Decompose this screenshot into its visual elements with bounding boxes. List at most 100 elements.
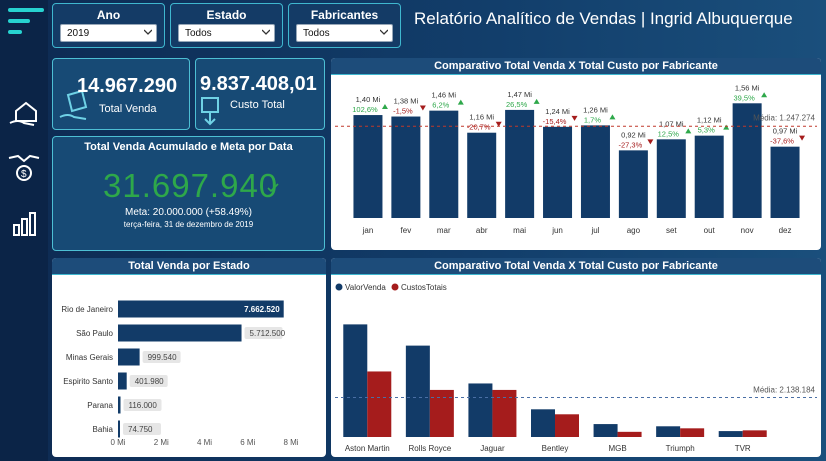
fab-xtick: Aston Martin	[345, 444, 390, 453]
filter-ano: Ano 2019	[52, 3, 165, 48]
estado-bar	[118, 396, 121, 414]
monthly-bar	[770, 146, 800, 218]
estado-bar	[118, 420, 120, 438]
monthly-bar	[580, 125, 610, 218]
monthly-variation-label: 6,2%	[432, 101, 449, 110]
monthly-xtick: fev	[401, 226, 412, 235]
kpi-total-venda-label: Total Venda	[99, 103, 157, 115]
estado-bar	[118, 348, 140, 366]
estado-value-label: 7.662.520	[244, 305, 280, 314]
monthly-bar	[467, 132, 497, 218]
estado-value-label: 5.712.500	[250, 329, 286, 338]
monthly-xtick: abr	[476, 226, 488, 235]
estado-xtick: 0 Mi	[110, 438, 125, 447]
monthly-bar	[618, 150, 648, 218]
checkmark-icon	[267, 183, 279, 193]
monthly-variation-label: -27,3%	[618, 140, 642, 149]
monthly-xtick: dez	[779, 226, 792, 235]
monthly-xtick: out	[704, 226, 716, 235]
triangle-down-icon	[571, 115, 578, 121]
filter-ano-select[interactable]: 2019	[60, 24, 157, 42]
kpi-total-venda: 14.967.290 Total Venda	[52, 58, 190, 130]
cost-down-icon	[201, 97, 219, 126]
monthly-xtick: jun	[551, 226, 563, 235]
monthly-variation-label: -1,5%	[393, 107, 413, 116]
monthly-variation-label: 12,5%	[658, 129, 680, 138]
estado-category-label: Bahia	[93, 425, 114, 434]
acumulado-meta: Meta: 20.000.000 (+58.49%)	[124, 207, 253, 218]
chevron-down-icon	[144, 29, 152, 35]
fab-bar-venda	[405, 345, 430, 437]
filter-estado-value: Todos	[185, 28, 212, 39]
monthly-xtick: jul	[590, 226, 599, 235]
monthly-variation-label: 102,6%	[352, 105, 378, 114]
triangle-up-icon	[609, 114, 616, 120]
estado-xtick: 8 Mi	[283, 438, 298, 447]
monthly-variation-label: -15,4%	[543, 117, 567, 126]
triangle-up-icon	[723, 124, 730, 130]
fabricante-chart: ValorVenda CustosTotais Aston Martin Rolls …	[335, 283, 817, 453]
monthly-value-label: 1,46 Mi	[431, 91, 456, 100]
monthly-bar	[543, 126, 573, 218]
monthly-chart-panel: Comparativo Total Venda X Total Custo po…	[331, 58, 821, 250]
legend-dot	[335, 283, 343, 291]
filter-fabricantes-select[interactable]: Todos	[296, 24, 393, 42]
monthly-bar	[353, 115, 383, 218]
monthly-variation-label: 1,7%	[584, 115, 601, 124]
monthly-bar	[694, 135, 724, 218]
monthly-value-label: 1,40 Mi	[356, 95, 381, 104]
growth-chart-icon[interactable]	[6, 205, 42, 241]
monthly-bar	[656, 139, 686, 218]
fab-bar-venda	[593, 424, 618, 437]
filter-ano-label: Ano	[96, 8, 121, 22]
fab-xtick: MGB	[608, 444, 626, 453]
monthly-value-label: 1,47 Mi	[507, 90, 532, 99]
estado-category-label: São Paulo	[76, 329, 113, 338]
fab-xtick: Triumph	[666, 444, 695, 453]
filter-estado: Estado Todos	[170, 3, 283, 48]
fabricante-chart-title: Comparativo Total Venda X Total Custo po…	[331, 258, 821, 275]
estado-xtick: 2 Mi	[154, 438, 169, 447]
estado-bar	[118, 372, 127, 390]
triangle-up-icon	[685, 128, 692, 134]
estado-chart: 0 Mi 2 Mi 4 Mi 6 Mi 8 Mi Rio de Janeiro 7.662.…	[61, 300, 299, 447]
monthly-bar	[391, 116, 421, 218]
triangle-down-icon	[799, 135, 806, 141]
monthly-chart: jan 1,40 Mi102,6% fev 1,38 Mi-1,5% mar 1,46 M…	[335, 83, 817, 235]
legend-dot	[391, 283, 399, 291]
handshake-money-icon[interactable]: $	[6, 148, 42, 184]
monthly-variation-label: 26,5%	[506, 100, 528, 109]
filter-ano-value: 2019	[67, 28, 90, 39]
estado-category-label: Minas Gerais	[66, 353, 113, 362]
fab-xtick: Jaguar	[480, 444, 505, 453]
page-title: Relatório Analítico de Vendas | Ingrid A…	[414, 9, 793, 28]
monthly-value-label: 1,12 Mi	[697, 116, 722, 125]
fab-xtick: TVR	[735, 444, 751, 453]
chevron-down-icon	[380, 29, 388, 35]
estado-chart-panel: Total Venda por Estado 0 Mi 2 Mi 4 Mi 6 Mi 8…	[52, 258, 326, 457]
fab-bar-venda	[531, 409, 555, 437]
fab-bar-venda	[656, 426, 681, 437]
fab-bar-custo	[367, 371, 392, 437]
estado-category-label: Rio de Janeiro	[61, 305, 113, 314]
estado-xtick: 4 Mi	[197, 438, 212, 447]
monthly-value-label: 1,07 Mi	[659, 119, 684, 128]
menu-icon[interactable]	[8, 8, 44, 41]
filter-estado-select[interactable]: Todos	[178, 24, 275, 42]
fab-bar-venda	[343, 324, 368, 437]
fab-bar-custo	[680, 428, 705, 437]
fab-bar-custo	[555, 414, 579, 437]
filter-fabricantes: Fabricantes Todos	[288, 3, 401, 48]
acumulado-value: 31.697.940	[103, 167, 279, 204]
monthly-xtick: nov	[741, 226, 754, 235]
monthly-xtick: mar	[437, 226, 451, 235]
monthly-chart-title: Comparativo Total Venda X Total Custo po…	[331, 58, 821, 75]
kpi-total-venda-value: 14.967.290	[77, 75, 178, 97]
fab-bar-venda	[468, 383, 493, 437]
home-hand-icon[interactable]	[6, 95, 42, 131]
fabricante-chart-panel: Comparativo Total Venda X Total Custo po…	[331, 258, 821, 457]
monthly-xtick: mai	[513, 226, 526, 235]
estado-chart-title: Total Venda por Estado	[52, 258, 326, 275]
triangle-down-icon	[419, 105, 426, 111]
fab-xtick: Rolls Royce	[409, 444, 452, 453]
